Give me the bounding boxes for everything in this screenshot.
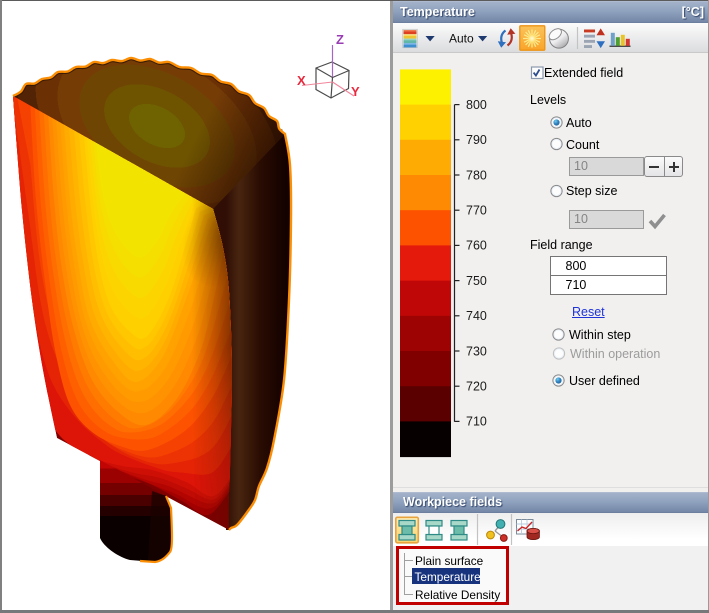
svg-text:Z: Z	[336, 32, 344, 47]
svg-text:X: X	[297, 73, 306, 88]
svg-text:Auto: Auto	[449, 32, 474, 46]
svg-text:Y: Y	[351, 84, 360, 99]
